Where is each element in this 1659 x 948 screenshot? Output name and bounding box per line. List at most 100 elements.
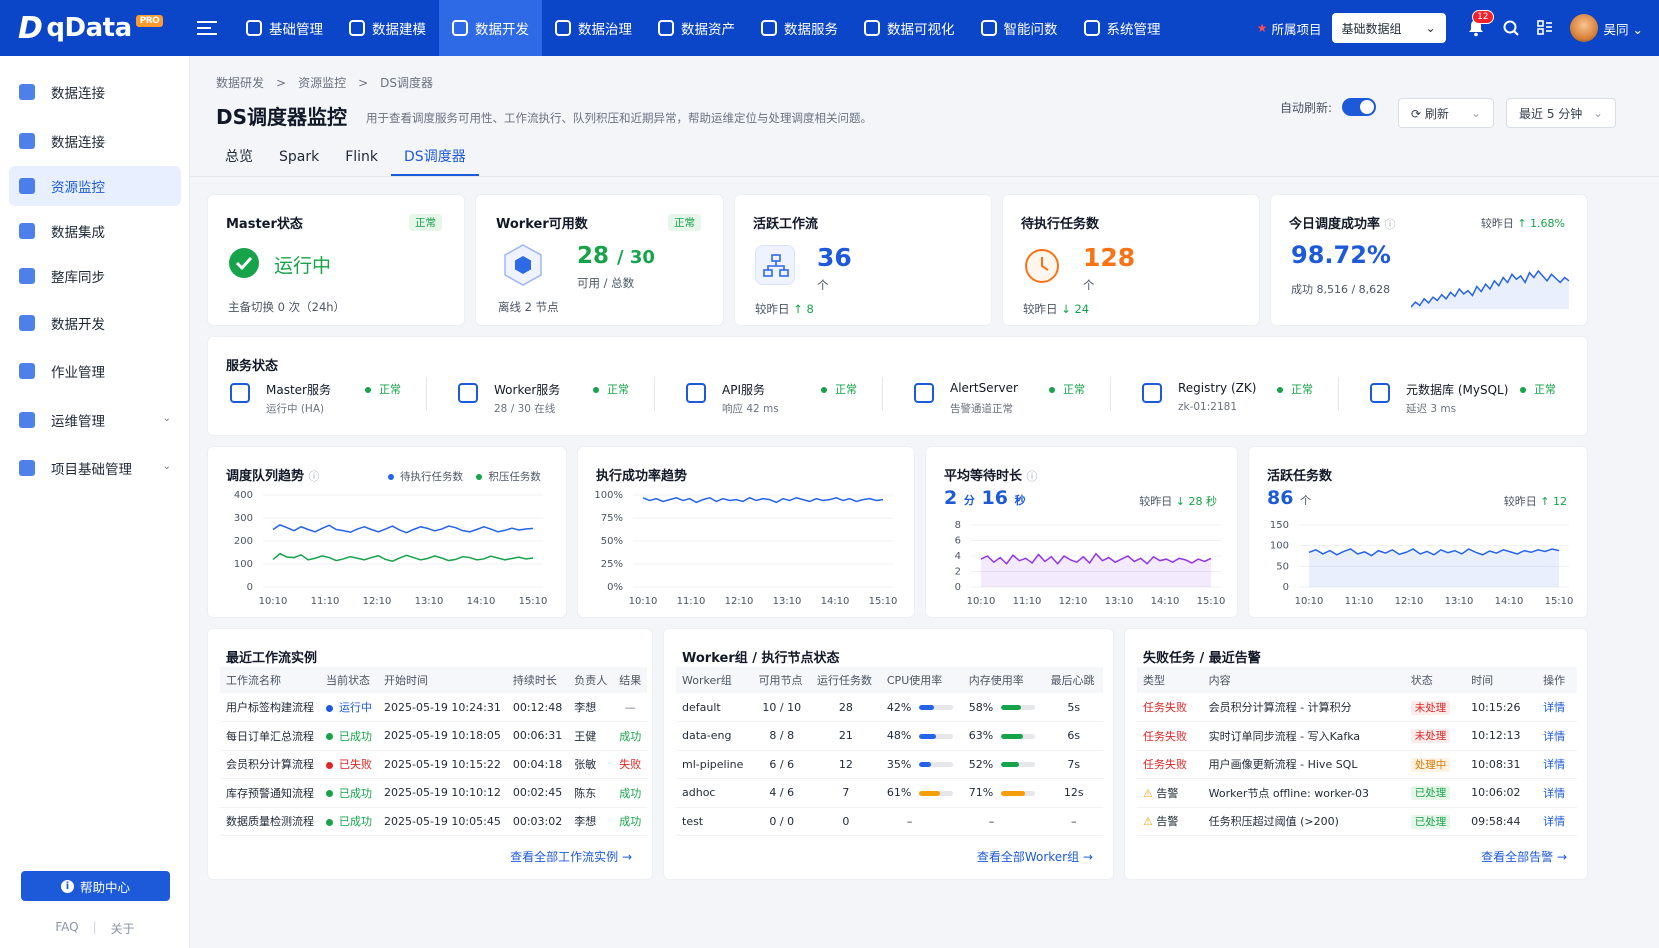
alert-status: 已处理 <box>1404 778 1466 808</box>
workflow-name[interactable]: 会员积分计算流程 <box>220 750 320 779</box>
sidebar-item-7[interactable]: 运维管理 ⌄ <box>9 400 181 440</box>
kpi-unit: 可用 / 总数 <box>577 276 635 290</box>
table-row[interactable]: 库存预警通知流程 已成功 2025-05-19 10:10:12 00:02:45 陈东… <box>220 778 648 808</box>
sidebar-item-label: 作业管理 <box>51 365 105 381</box>
workflow-name[interactable]: 库存预警通知流程 <box>220 778 320 808</box>
database-link-icon <box>19 133 35 149</box>
table-row[interactable]: ⚠ 告警 Worker节点 offline: worker-03 已处理 10:06:… <box>1137 778 1577 808</box>
table-row[interactable]: 会员积分计算流程 已失败 2025-05-19 10:15:22 00:04:18 张敏… <box>220 750 648 779</box>
time-range-select[interactable]: 最近 5 分钟 ⌄ <box>1506 98 1616 128</box>
breadcrumb-item[interactable]: DS调度器 <box>380 76 433 90</box>
topnav-item-8[interactable]: 系统管理 <box>1071 0 1174 56</box>
service-divider <box>1110 377 1111 411</box>
x-tick-label: 14:10 <box>1495 596 1524 607</box>
chart-card-queue: 调度队列趋势 ⓘ 待执行任务数 积压任务数 0 100 200 300 400 10:10… <box>207 446 567 618</box>
detail-link[interactable]: 详情 <box>1537 778 1577 808</box>
faq-link[interactable]: FAQ <box>55 920 78 937</box>
sidebar-item-0[interactable]: 数据连接 <box>9 72 181 112</box>
workflow-name[interactable]: 数据质量检测流程 <box>220 807 320 836</box>
column-header: 持续时长 <box>506 667 569 693</box>
breadcrumb-item[interactable]: 资源监控 <box>298 76 346 90</box>
sidebar-item-3[interactable]: 数据集成 <box>9 211 181 251</box>
exec-success-chart: 0% 25% 50% 75% 100% 10:10 11:10 12:10 13:10 14:10… <box>594 490 898 607</box>
sidebar-item-8[interactable]: 项目基础管理 ⌄ <box>9 448 181 488</box>
table-row[interactable]: 任务失败 实时订单同步流程 - 写入Kafka 未处理 10:12:13 详情 <box>1137 721 1577 751</box>
apps-grid-icon[interactable] <box>1536 19 1554 37</box>
table-row[interactable]: default 10 / 10 28 42% 58% 5s <box>676 693 1103 722</box>
table-row[interactable]: 数据质量检测流程 已成功 2025-05-19 10:05:45 00:03:02 李想… <box>220 807 648 836</box>
duration: 00:02:45 <box>506 778 569 808</box>
tab-3[interactable]: DS调度器 <box>391 142 479 176</box>
topnav-item-1[interactable]: 数据建模 <box>336 0 439 56</box>
topnav-item-6[interactable]: 数据可视化 <box>851 0 968 56</box>
table-row[interactable]: data-eng 8 / 8 21 48% 63% 6s <box>676 721 1103 751</box>
table-row[interactable]: 任务失败 会员积分计算流程 - 计算积分 未处理 10:15:26 详情 <box>1137 693 1577 722</box>
footer-separator: | <box>92 920 97 934</box>
topnav-item-4[interactable]: 数据资产 <box>645 0 748 56</box>
x-tick-label: 12:10 <box>725 596 754 607</box>
x-tick-label: 13:10 <box>773 596 802 607</box>
running-tasks: 7 <box>810 778 881 808</box>
topnav-item-2[interactable]: 数据开发 <box>439 0 542 56</box>
tab-1[interactable]: Spark <box>266 142 332 176</box>
service-item: Master服务 运行中 (HA) 正常 <box>230 379 440 419</box>
tab-0[interactable]: 总览 <box>212 142 266 176</box>
service-item: Worker服务 28 / 30 在线 正常 <box>458 379 668 419</box>
view-all-workflows-link[interactable]: 查看全部工作流实例 → <box>510 848 632 865</box>
service-item: 元数据库 (MySQL) 延迟 3 ms 正常 <box>1370 379 1580 419</box>
sidebar-item-4[interactable]: 整库同步 <box>9 256 181 296</box>
app-logo[interactable]: D qData PRO <box>0 11 185 46</box>
table-row[interactable]: 用户标签构建流程 运行中 2025-05-19 10:24:31 00:12:48 李想… <box>220 693 648 722</box>
sidebar-item-1[interactable]: 数据连接 <box>9 121 181 161</box>
table-row[interactable]: ml-pipeline 6 / 6 12 35% 52% 7s <box>676 750 1103 779</box>
topnav-item-7[interactable]: 智能问数 <box>968 0 1071 56</box>
notification-bell-icon[interactable]: 12 <box>1466 10 1494 38</box>
detail-link[interactable]: 详情 <box>1537 807 1577 836</box>
topnav-label: 基础管理 <box>269 22 323 38</box>
project-select[interactable]: 基础数据组 ⌄ <box>1331 13 1446 43</box>
detail-link[interactable]: 详情 <box>1537 693 1577 722</box>
view-all-alerts-link[interactable]: 查看全部告警 → <box>1481 848 1567 865</box>
sidebar-item-6[interactable]: 作业管理 <box>9 351 181 391</box>
view-all-workers-link[interactable]: 查看全部Worker组 → <box>977 848 1093 865</box>
topnav-item-3[interactable]: 数据治理 <box>542 0 645 56</box>
topnav-item-5[interactable]: 数据服务 <box>748 0 851 56</box>
kpi-card-workflow: 活跃工作流 36 个 较昨日 ↑ 8 <box>734 194 992 326</box>
user-name[interactable]: 吴同 ⌄ <box>1604 19 1643 38</box>
x-tick-label: 15:10 <box>869 596 898 607</box>
auto-refresh-toggle[interactable] <box>1342 98 1377 116</box>
running-tasks: 0 <box>810 807 881 836</box>
sidebar-item-label: 数据开发 <box>51 317 105 333</box>
table-row[interactable]: 每日订单汇总流程 已成功 2025-05-19 10:18:05 00:06:31 王健… <box>220 721 648 751</box>
last-heartbeat: 5s <box>1044 693 1103 722</box>
detail-link[interactable]: 详情 <box>1537 750 1577 779</box>
memory-usage-value: 71% <box>968 786 994 800</box>
sidebar-item-5[interactable]: 数据开发 <box>9 303 181 343</box>
user-avatar[interactable] <box>1569 14 1598 42</box>
menu-toggle-icon[interactable] <box>197 21 217 35</box>
sidebar-item-2[interactable]: 资源监控 <box>9 166 181 206</box>
table-row[interactable]: adhoc 4 / 6 7 61% 71% 12s <box>676 778 1103 808</box>
service-divider <box>654 377 655 411</box>
tab-2[interactable]: Flink <box>332 142 391 176</box>
workflow-name[interactable]: 用户标签构建流程 <box>220 693 320 722</box>
search-icon[interactable] <box>1502 19 1520 37</box>
about-link[interactable]: 关于 <box>111 920 135 937</box>
table-row[interactable]: ⚠ 告警 任务积压超过阈值 (>200) 已处理 09:58:44 详情 <box>1137 807 1577 836</box>
alert-status: 未处理 <box>1404 721 1466 751</box>
table-row[interactable]: test 0 / 0 0 – – – <box>676 807 1103 836</box>
refresh-button[interactable]: ⟳ 刷新 ⌄ <box>1398 98 1494 128</box>
column-header: 运行任务数 <box>810 667 881 693</box>
service-divider <box>882 377 883 411</box>
help-center-button[interactable]: i 帮助中心 <box>21 871 170 901</box>
alert-content: Worker节点 offline: worker-03 <box>1202 778 1405 808</box>
kpi-sub: 成功 8,516 / 8,628 <box>1291 283 1391 296</box>
alert-status: 处理中 <box>1404 750 1466 779</box>
detail-link[interactable]: 详情 <box>1537 721 1577 751</box>
service-detail: 延迟 3 ms <box>1406 403 1457 415</box>
duration: 00:12:48 <box>506 693 569 722</box>
workflow-name[interactable]: 每日订单汇总流程 <box>220 721 320 751</box>
topnav-item-0[interactable]: 基础管理 <box>233 0 336 56</box>
breadcrumb-item[interactable]: 数据研发 <box>216 76 264 90</box>
table-row[interactable]: 任务失败 用户画像更新流程 - Hive SQL 处理中 10:08:31 详情 <box>1137 750 1577 779</box>
